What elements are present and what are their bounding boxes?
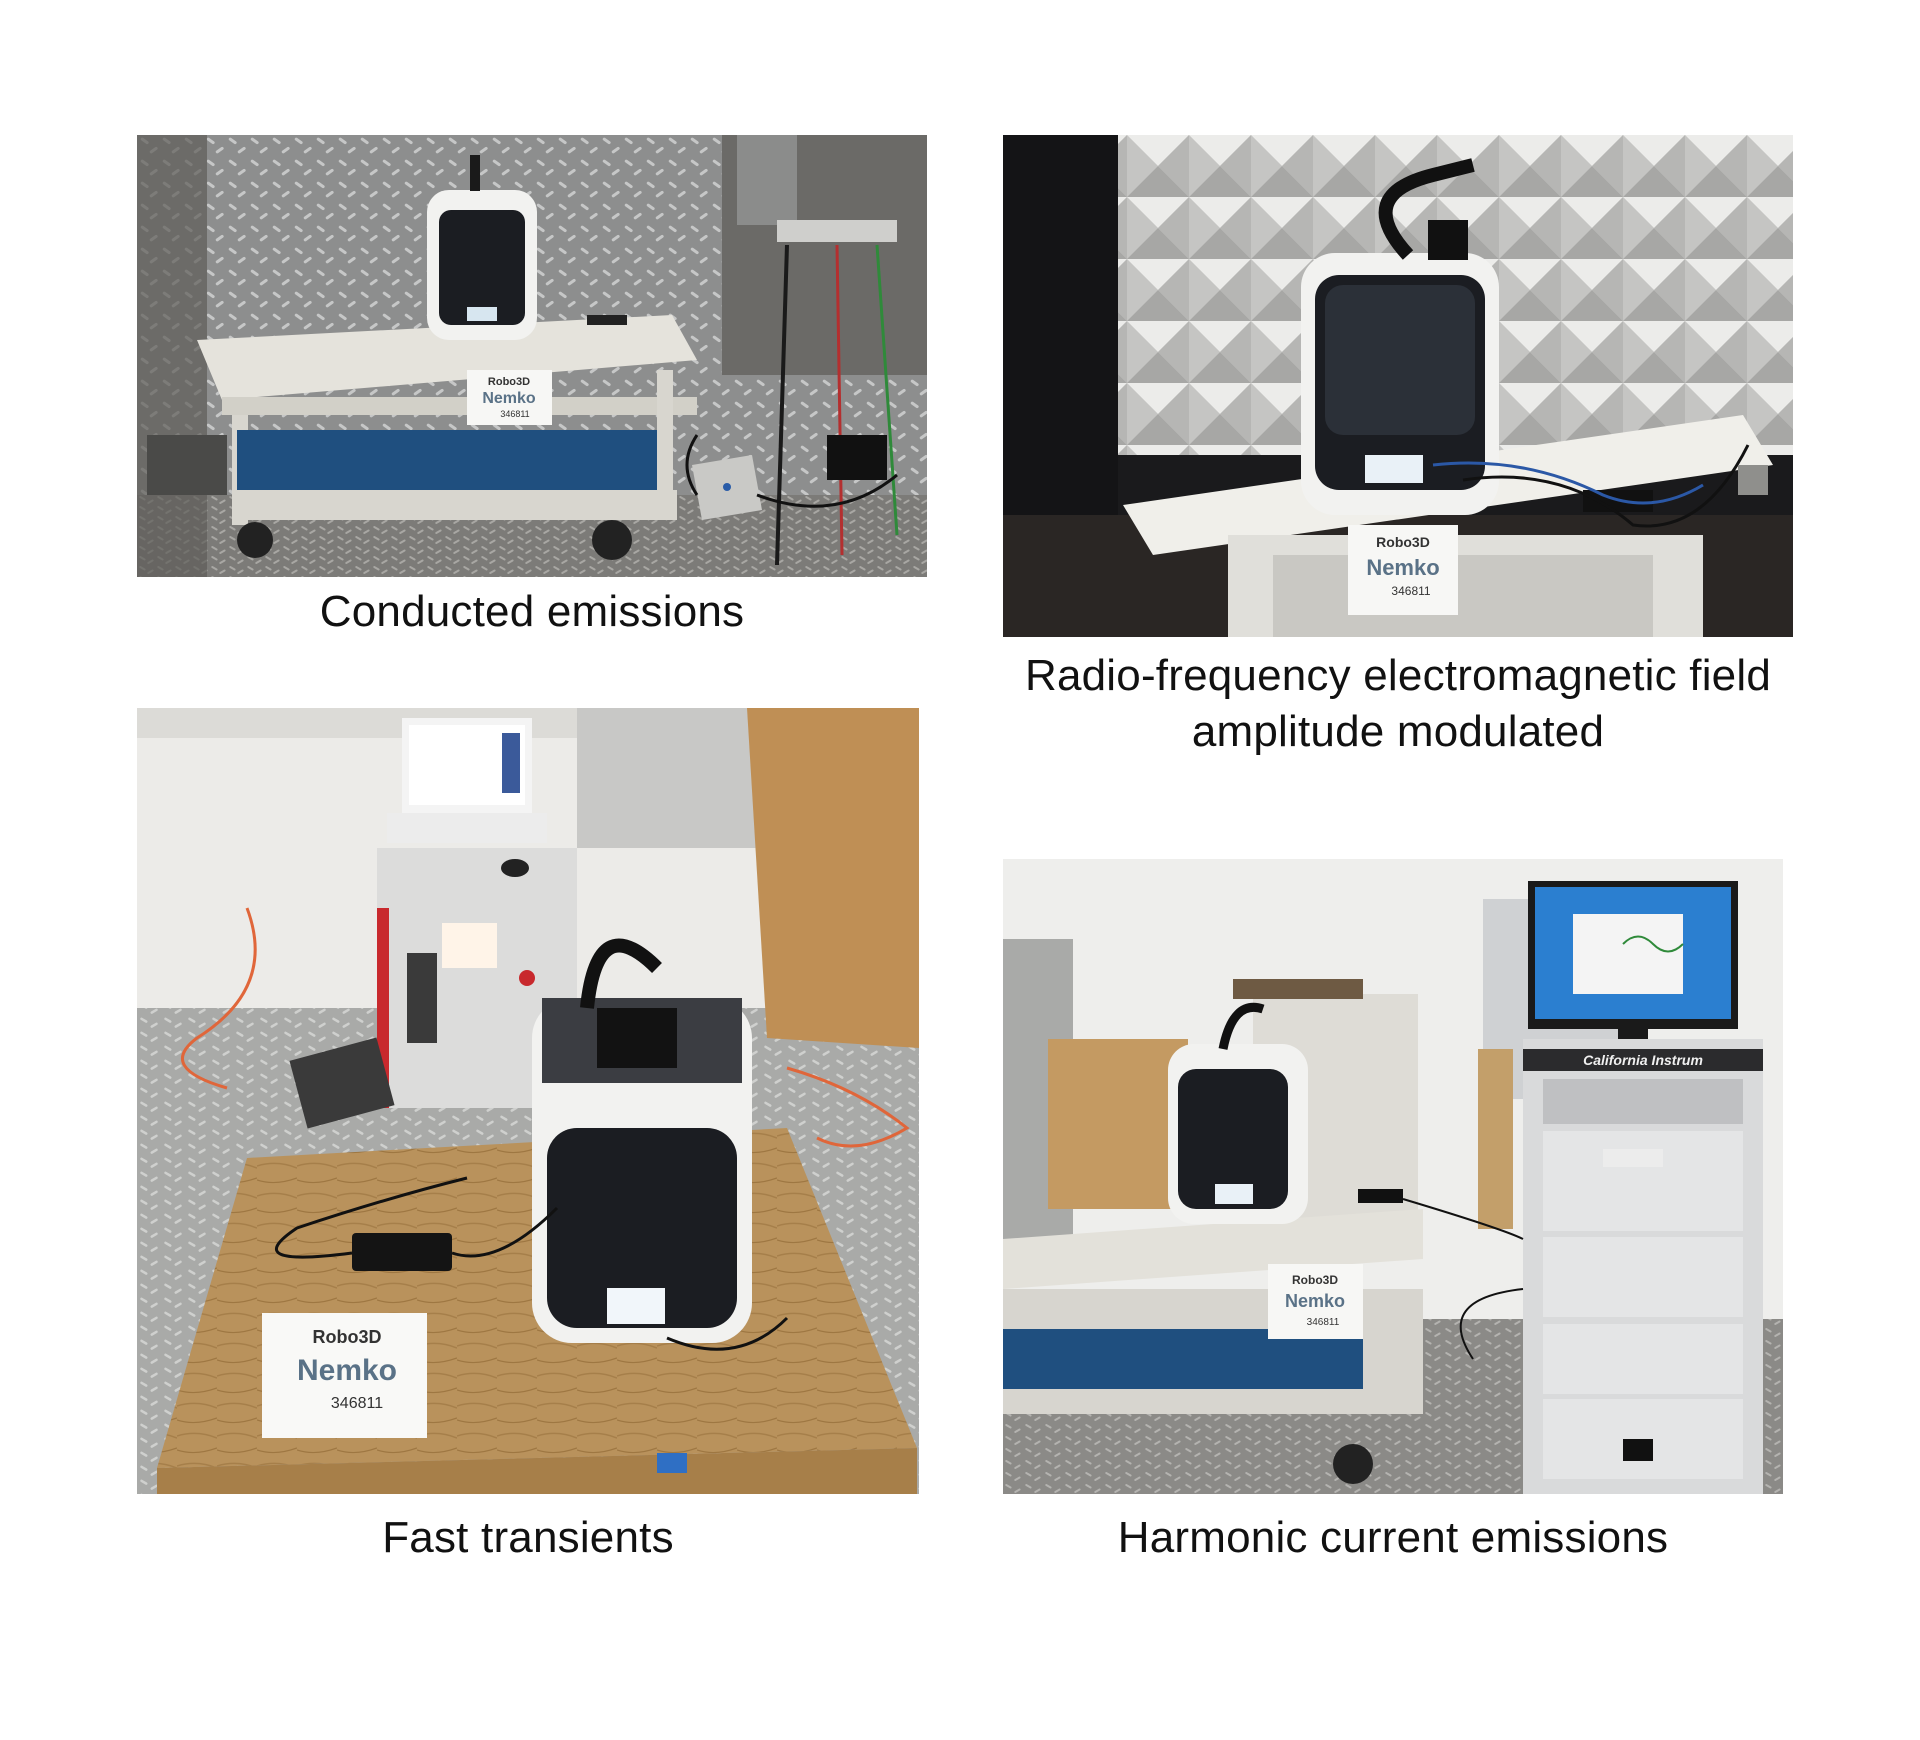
rf-scene: Robo3D Nemko 346811 [1003, 135, 1793, 637]
generator-screen [442, 923, 497, 968]
caption-rf-line-1: Radio-frequency electromagnetic field [1024, 651, 1771, 700]
table-bottom-shelf [232, 490, 677, 520]
sign-logo: Nemko [482, 390, 536, 407]
laptop-base [387, 813, 547, 843]
caption-harmonic-current: Harmonic current emissions [1117, 1513, 1669, 1562]
rack-label: California Instrum [1583, 1052, 1703, 1068]
caption-conducted-emissions: Conducted emissions [319, 587, 745, 636]
photo-rf-field: Robo3D Nemko 346811 [1003, 135, 1793, 637]
outlet-strip [777, 220, 897, 242]
caption-rf-field: Radio-frequency electromagnetic field am… [960, 648, 1836, 760]
breaker-box [737, 135, 797, 225]
harmonic-power-adapter [1358, 1189, 1403, 1203]
fast-sign-number: 346811 [331, 1395, 383, 1412]
rf-sign-number: 346811 [1391, 584, 1430, 598]
caption-rf-line-2: amplitude modulated [1191, 707, 1605, 756]
rf-sign-logo: Nemko [1366, 555, 1439, 580]
harmonic-scene: Robo3D Nemko 346811 California Instrum [1003, 859, 1783, 1494]
blue-mat [237, 430, 657, 495]
photo-fast-transients: Robo3D Nemko 346811 [137, 708, 919, 1494]
fast-sign-logo: Nemko [297, 1354, 397, 1387]
plywood-wall-sheet [747, 708, 919, 1048]
plywood-stack [1048, 1039, 1188, 1209]
photo-harmonic-current: Robo3D Nemko 346811 California Instrum [1003, 859, 1783, 1494]
left-shelf [137, 135, 207, 577]
fast-power-adapter [352, 1233, 452, 1271]
harmonic-sign-logo: Nemko [1285, 1291, 1345, 1311]
electrical-panel [577, 708, 777, 848]
sign-number: 346811 [500, 409, 529, 419]
photo-conducted-emissions: Robo3D Nemko 346811 [137, 135, 927, 577]
caption-fast-transients: Fast transients [382, 1513, 674, 1562]
fast-sign-brand: Robo3D [313, 1327, 382, 1347]
conducted-scene: Robo3D Nemko 346811 [137, 135, 927, 577]
harmonic-sign-brand: Robo3D [1292, 1273, 1338, 1287]
harmonic-sign-number: 346811 [1307, 1317, 1340, 1328]
fast-scene: Robo3D Nemko 346811 [137, 708, 919, 1494]
rf-sign-brand: Robo3D [1376, 534, 1430, 550]
sign-brand: Robo3D [488, 376, 530, 388]
gray-box [147, 435, 227, 495]
